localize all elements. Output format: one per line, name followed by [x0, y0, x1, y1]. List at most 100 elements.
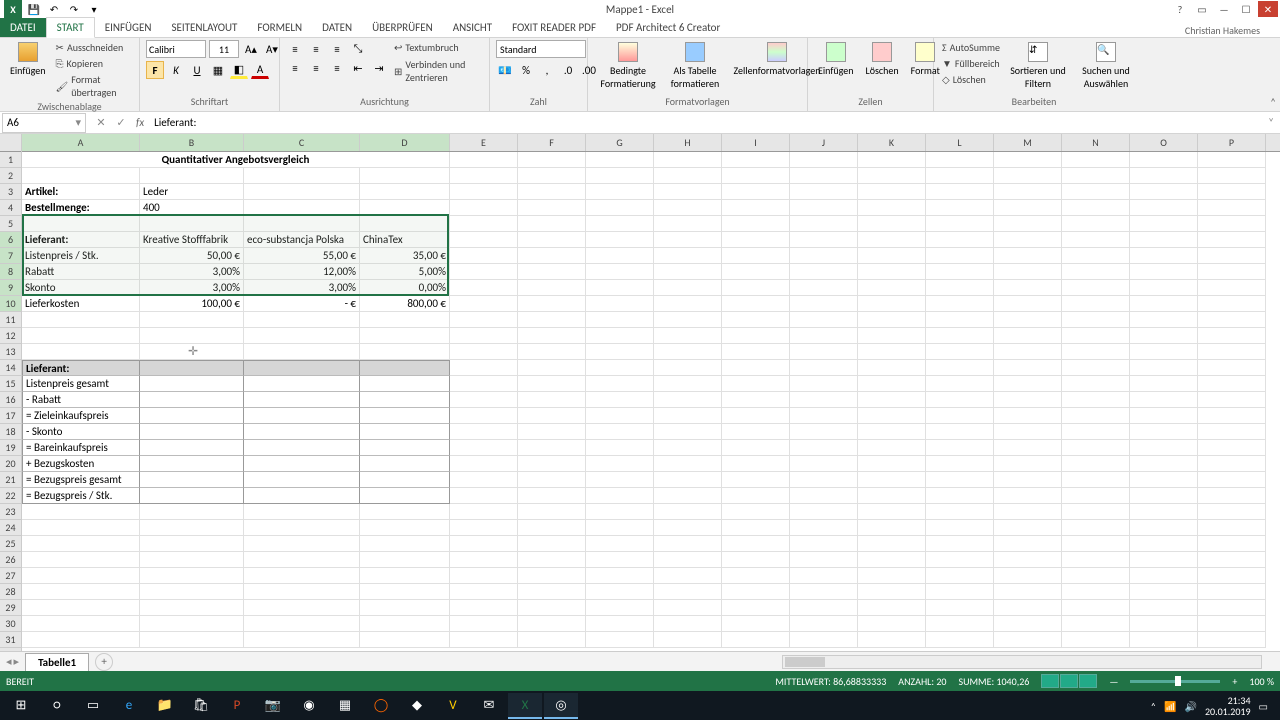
cell-A1-merged[interactable]: Quantitativer Angebotsvergleich: [22, 152, 450, 168]
cell-N21[interactable]: [1062, 472, 1130, 488]
cell-K2[interactable]: [858, 168, 926, 184]
fill-color-button[interactable]: ◧: [230, 61, 248, 79]
cell-L12[interactable]: [926, 328, 994, 344]
cell-N12[interactable]: [1062, 328, 1130, 344]
cell-C30[interactable]: [244, 616, 360, 632]
cell-E20[interactable]: [450, 456, 518, 472]
cell-M30[interactable]: [994, 616, 1062, 632]
cell-O10[interactable]: [1130, 296, 1198, 312]
cell-I5[interactable]: [722, 216, 790, 232]
cell-C14[interactable]: [244, 360, 360, 376]
cell-L1[interactable]: [926, 152, 994, 168]
cell-E5[interactable]: [450, 216, 518, 232]
sheet-nav-next-icon[interactable]: ▸: [14, 655, 20, 668]
cell-C17[interactable]: [244, 408, 360, 424]
row-header-14[interactable]: 14: [0, 360, 21, 376]
cell-K5[interactable]: [858, 216, 926, 232]
cell-O5[interactable]: [1130, 216, 1198, 232]
cell-L4[interactable]: [926, 200, 994, 216]
cell-B17[interactable]: [140, 408, 244, 424]
cell-I2[interactable]: [722, 168, 790, 184]
cell-A12[interactable]: [22, 328, 140, 344]
row-header-27[interactable]: 27: [0, 568, 21, 584]
cell-A6[interactable]: Lieferant:: [22, 232, 140, 248]
cell-I12[interactable]: [722, 328, 790, 344]
cell-H4[interactable]: [654, 200, 722, 216]
cell-A23[interactable]: [22, 504, 140, 520]
insert-cells-button[interactable]: Einfügen: [814, 40, 858, 79]
cell-B22[interactable]: [140, 488, 244, 504]
cell-O11[interactable]: [1130, 312, 1198, 328]
cell-D12[interactable]: [360, 328, 450, 344]
cell-J12[interactable]: [790, 328, 858, 344]
cell-F15[interactable]: [518, 376, 586, 392]
cell-N16[interactable]: [1062, 392, 1130, 408]
cell-B10[interactable]: 100,00 €: [140, 296, 244, 312]
cell-L5[interactable]: [926, 216, 994, 232]
row-header-6[interactable]: 6: [0, 232, 21, 248]
cell-F9[interactable]: [518, 280, 586, 296]
cell-F20[interactable]: [518, 456, 586, 472]
cell-N28[interactable]: [1062, 584, 1130, 600]
cell-L25[interactable]: [926, 536, 994, 552]
cell-M28[interactable]: [994, 584, 1062, 600]
cell-G14[interactable]: [586, 360, 654, 376]
cell-L8[interactable]: [926, 264, 994, 280]
cell-I11[interactable]: [722, 312, 790, 328]
cell-M10[interactable]: [994, 296, 1062, 312]
align-bottom-icon[interactable]: ≡: [328, 40, 346, 58]
cell-B4[interactable]: 400: [140, 200, 244, 216]
view-page-break-icon[interactable]: [1079, 674, 1097, 688]
cell-F3[interactable]: [518, 184, 586, 200]
cell-H1[interactable]: [654, 152, 722, 168]
cell-P20[interactable]: [1198, 456, 1266, 472]
row-header-7[interactable]: 7: [0, 248, 21, 264]
cell-H20[interactable]: [654, 456, 722, 472]
cell-M23[interactable]: [994, 504, 1062, 520]
cell-M16[interactable]: [994, 392, 1062, 408]
row-header-16[interactable]: 16: [0, 392, 21, 408]
cell-A20[interactable]: + Bezugskosten: [22, 456, 140, 472]
cell-N29[interactable]: [1062, 600, 1130, 616]
cell-C21[interactable]: [244, 472, 360, 488]
cell-F7[interactable]: [518, 248, 586, 264]
cell-C5[interactable]: [244, 216, 360, 232]
col-header-I[interactable]: I: [722, 134, 790, 151]
cell-P11[interactable]: [1198, 312, 1266, 328]
cell-I14[interactable]: [722, 360, 790, 376]
cell-G16[interactable]: [586, 392, 654, 408]
cell-F31[interactable]: [518, 632, 586, 648]
underline-button[interactable]: U: [188, 61, 206, 79]
cell-D20[interactable]: [360, 456, 450, 472]
cell-P8[interactable]: [1198, 264, 1266, 280]
cell-E16[interactable]: [450, 392, 518, 408]
cell-P28[interactable]: [1198, 584, 1266, 600]
cell-A11[interactable]: [22, 312, 140, 328]
cell-O26[interactable]: [1130, 552, 1198, 568]
cell-D31[interactable]: [360, 632, 450, 648]
cell-G25[interactable]: [586, 536, 654, 552]
cell-F18[interactable]: [518, 424, 586, 440]
cell-E24[interactable]: [450, 520, 518, 536]
cell-A10[interactable]: Lieferkosten: [22, 296, 140, 312]
cell-I17[interactable]: [722, 408, 790, 424]
cell-E30[interactable]: [450, 616, 518, 632]
col-header-L[interactable]: L: [926, 134, 994, 151]
cell-E7[interactable]: [450, 248, 518, 264]
cell-N3[interactable]: [1062, 184, 1130, 200]
obs-icon[interactable]: ◎: [544, 693, 578, 719]
cell-G30[interactable]: [586, 616, 654, 632]
cell-J7[interactable]: [790, 248, 858, 264]
formula-input[interactable]: [150, 113, 1262, 133]
cell-O23[interactable]: [1130, 504, 1198, 520]
cell-L14[interactable]: [926, 360, 994, 376]
cell-A24[interactable]: [22, 520, 140, 536]
merge-center-button[interactable]: ⊞Verbinden und Zentrieren: [392, 57, 483, 85]
cell-C13[interactable]: [244, 344, 360, 360]
cell-N22[interactable]: [1062, 488, 1130, 504]
cell-K20[interactable]: [858, 456, 926, 472]
cell-H27[interactable]: [654, 568, 722, 584]
cell-I15[interactable]: [722, 376, 790, 392]
cell-B24[interactable]: [140, 520, 244, 536]
cell-D2[interactable]: [360, 168, 450, 184]
